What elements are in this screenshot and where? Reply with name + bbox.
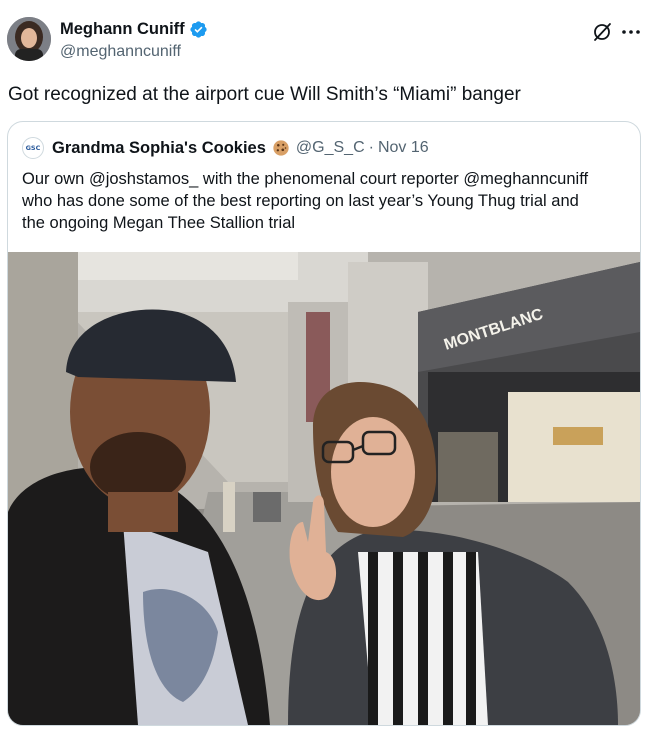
quoted-avatar-text: GSC [25,144,41,152]
quoted-tweet[interactable]: GSC Grandma Sophia's Cookies @G_S_C · No… [7,121,641,726]
tweet: Meghann Cuniff @meghanncuniff Got recogn… [0,0,655,740]
tweet-text: Got recognized at the airport cue Will S… [8,84,521,105]
quoted-tweet-text: Our own @joshstamos_ with the phenomenal… [22,170,589,232]
author-name[interactable]: Meghann Cuniff [60,20,208,39]
separator-dot: · [368,139,374,156]
verified-badge-icon [190,21,207,38]
cookie-emoji-icon [273,140,289,156]
quoted-author-avatar[interactable]: GSC [22,137,44,159]
author-avatar[interactable] [7,17,51,61]
quoted-author-handle[interactable]: @G_S_C [296,139,365,157]
grok-icon[interactable] [592,22,612,42]
quoted-tweet-header: GSC Grandma Sophia's Cookies @G_S_C · No… [22,136,429,160]
quoted-author-name[interactable]: Grandma Sophia's Cookies [52,139,266,158]
quoted-tweet-photo[interactable]: MONTBLANC [8,252,640,725]
quoted-post-date[interactable]: Nov 16 [378,139,429,157]
more-icon[interactable] [620,22,642,42]
author-name-text[interactable]: Meghann Cuniff [60,20,185,39]
author-handle[interactable]: @meghanncuniff [60,43,181,61]
